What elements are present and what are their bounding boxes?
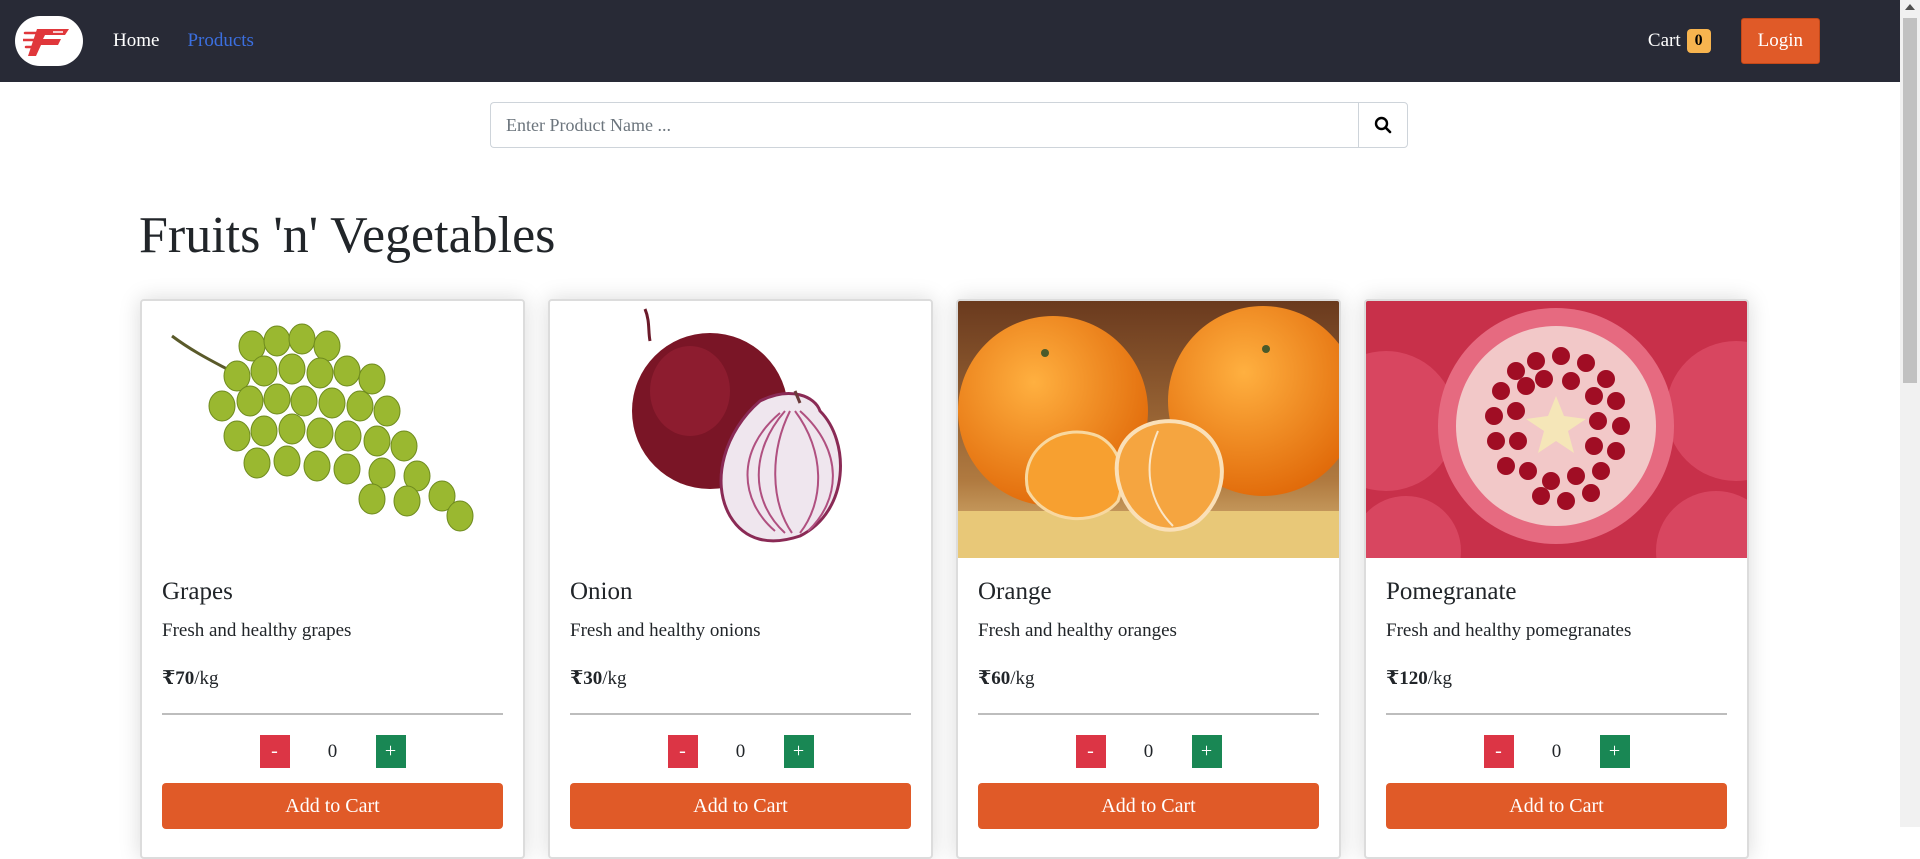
increase-quantity-button[interactable]: + [1191, 735, 1222, 768]
product-card-orange: Orange Fresh and healthy oranges ₹60/kg … [956, 299, 1341, 859]
price-value: ₹60 [978, 668, 1011, 689]
decrease-quantity-button[interactable]: - [1483, 735, 1514, 768]
pomegranate-image [1366, 301, 1747, 558]
cart-link[interactable]: Cart 0 [1648, 29, 1711, 53]
product-card-onion: Onion Fresh and healthy onions ₹30/kg - … [548, 299, 933, 859]
card-body: Grapes Fresh and healthy grapes ₹70/kg -… [142, 578, 523, 829]
quantity-stepper: - 0 + [162, 735, 503, 768]
product-description: Fresh and healthy onions [570, 620, 761, 641]
product-description: Fresh and healthy pomegranates [1386, 620, 1632, 641]
scroll-thumb[interactable] [1903, 18, 1917, 383]
quantity-value: 0 [1143, 740, 1154, 762]
add-to-cart-button[interactable]: Add to Cart [978, 783, 1319, 829]
product-name: Pomegranate [1386, 578, 1517, 605]
search-icon [1374, 116, 1392, 134]
search-button[interactable] [1358, 102, 1408, 148]
decrease-quantity-button[interactable]: - [667, 735, 698, 768]
quantity-value: 0 [327, 740, 338, 762]
page-scrollbar[interactable] [1900, 0, 1920, 827]
card-body: Onion Fresh and healthy onions ₹30/kg - … [550, 578, 931, 829]
card-divider [162, 713, 503, 715]
search-input[interactable] [490, 102, 1358, 148]
increase-quantity-button[interactable]: + [375, 735, 406, 768]
quantity-stepper: - 0 + [1386, 735, 1727, 768]
product-description: Fresh and healthy oranges [978, 620, 1177, 641]
decrease-quantity-button[interactable]: - [259, 735, 290, 768]
product-card-grapes: Grapes Fresh and healthy grapes ₹70/kg -… [140, 299, 525, 859]
search-bar [490, 102, 1408, 148]
brand-logo[interactable] [15, 16, 83, 66]
navbar: Home Products Cart 0 Login [0, 0, 1900, 82]
onion-image [550, 301, 931, 558]
section-title: Fruits 'n' Vegetables [139, 207, 556, 264]
add-to-cart-button[interactable]: Add to Cart [1386, 783, 1727, 829]
increase-quantity-button[interactable]: + [783, 735, 814, 768]
quantity-value: 0 [735, 740, 746, 762]
price-value: ₹120 [1386, 668, 1428, 689]
product-name: Onion [570, 578, 633, 605]
add-to-cart-button[interactable]: Add to Cart [162, 783, 503, 829]
card-divider [570, 713, 911, 715]
product-name: Orange [978, 578, 1052, 605]
product-price: ₹30/kg [570, 667, 911, 690]
product-card-pomegranate: Pomegranate Fresh and healthy pomegranat… [1364, 299, 1749, 859]
quantity-stepper: - 0 + [978, 735, 1319, 768]
price-value: ₹70 [162, 668, 195, 689]
add-to-cart-button[interactable]: Add to Cart [570, 783, 911, 829]
product-price: ₹70/kg [162, 667, 503, 690]
product-price: ₹120/kg [1386, 667, 1727, 690]
price-value: ₹30 [570, 668, 603, 689]
card-body: Orange Fresh and healthy oranges ₹60/kg … [958, 578, 1339, 829]
nav-products-link[interactable]: Products [187, 30, 254, 52]
nav-right: Cart 0 Login [1648, 18, 1820, 64]
cart-label: Cart [1647, 30, 1681, 51]
decrease-quantity-button[interactable]: - [1075, 735, 1106, 768]
product-name: Grapes [162, 578, 233, 605]
product-grid: Grapes Fresh and healthy grapes ₹70/kg -… [140, 299, 1749, 859]
flame-f-logo-icon [23, 29, 69, 56]
increase-quantity-button[interactable]: + [1599, 735, 1630, 768]
price-unit: /kg [1427, 668, 1453, 689]
price-unit: /kg [1010, 668, 1035, 689]
login-button[interactable]: Login [1740, 18, 1820, 64]
grapes-image [142, 301, 523, 558]
card-body: Pomegranate Fresh and healthy pomegranat… [1366, 578, 1747, 829]
nav-home-link[interactable]: Home [113, 30, 159, 52]
card-divider [978, 713, 1319, 715]
quantity-stepper: - 0 + [570, 735, 911, 768]
scroll-up-arrow-icon[interactable] [1905, 4, 1915, 10]
product-price: ₹60/kg [978, 667, 1319, 690]
price-unit: /kg [194, 668, 219, 689]
quantity-value: 0 [1551, 740, 1562, 762]
price-unit: /kg [602, 668, 627, 689]
card-divider [1386, 713, 1727, 715]
product-description: Fresh and healthy grapes [162, 620, 352, 641]
cart-count-badge: 0 [1686, 29, 1711, 53]
orange-image [958, 301, 1339, 558]
